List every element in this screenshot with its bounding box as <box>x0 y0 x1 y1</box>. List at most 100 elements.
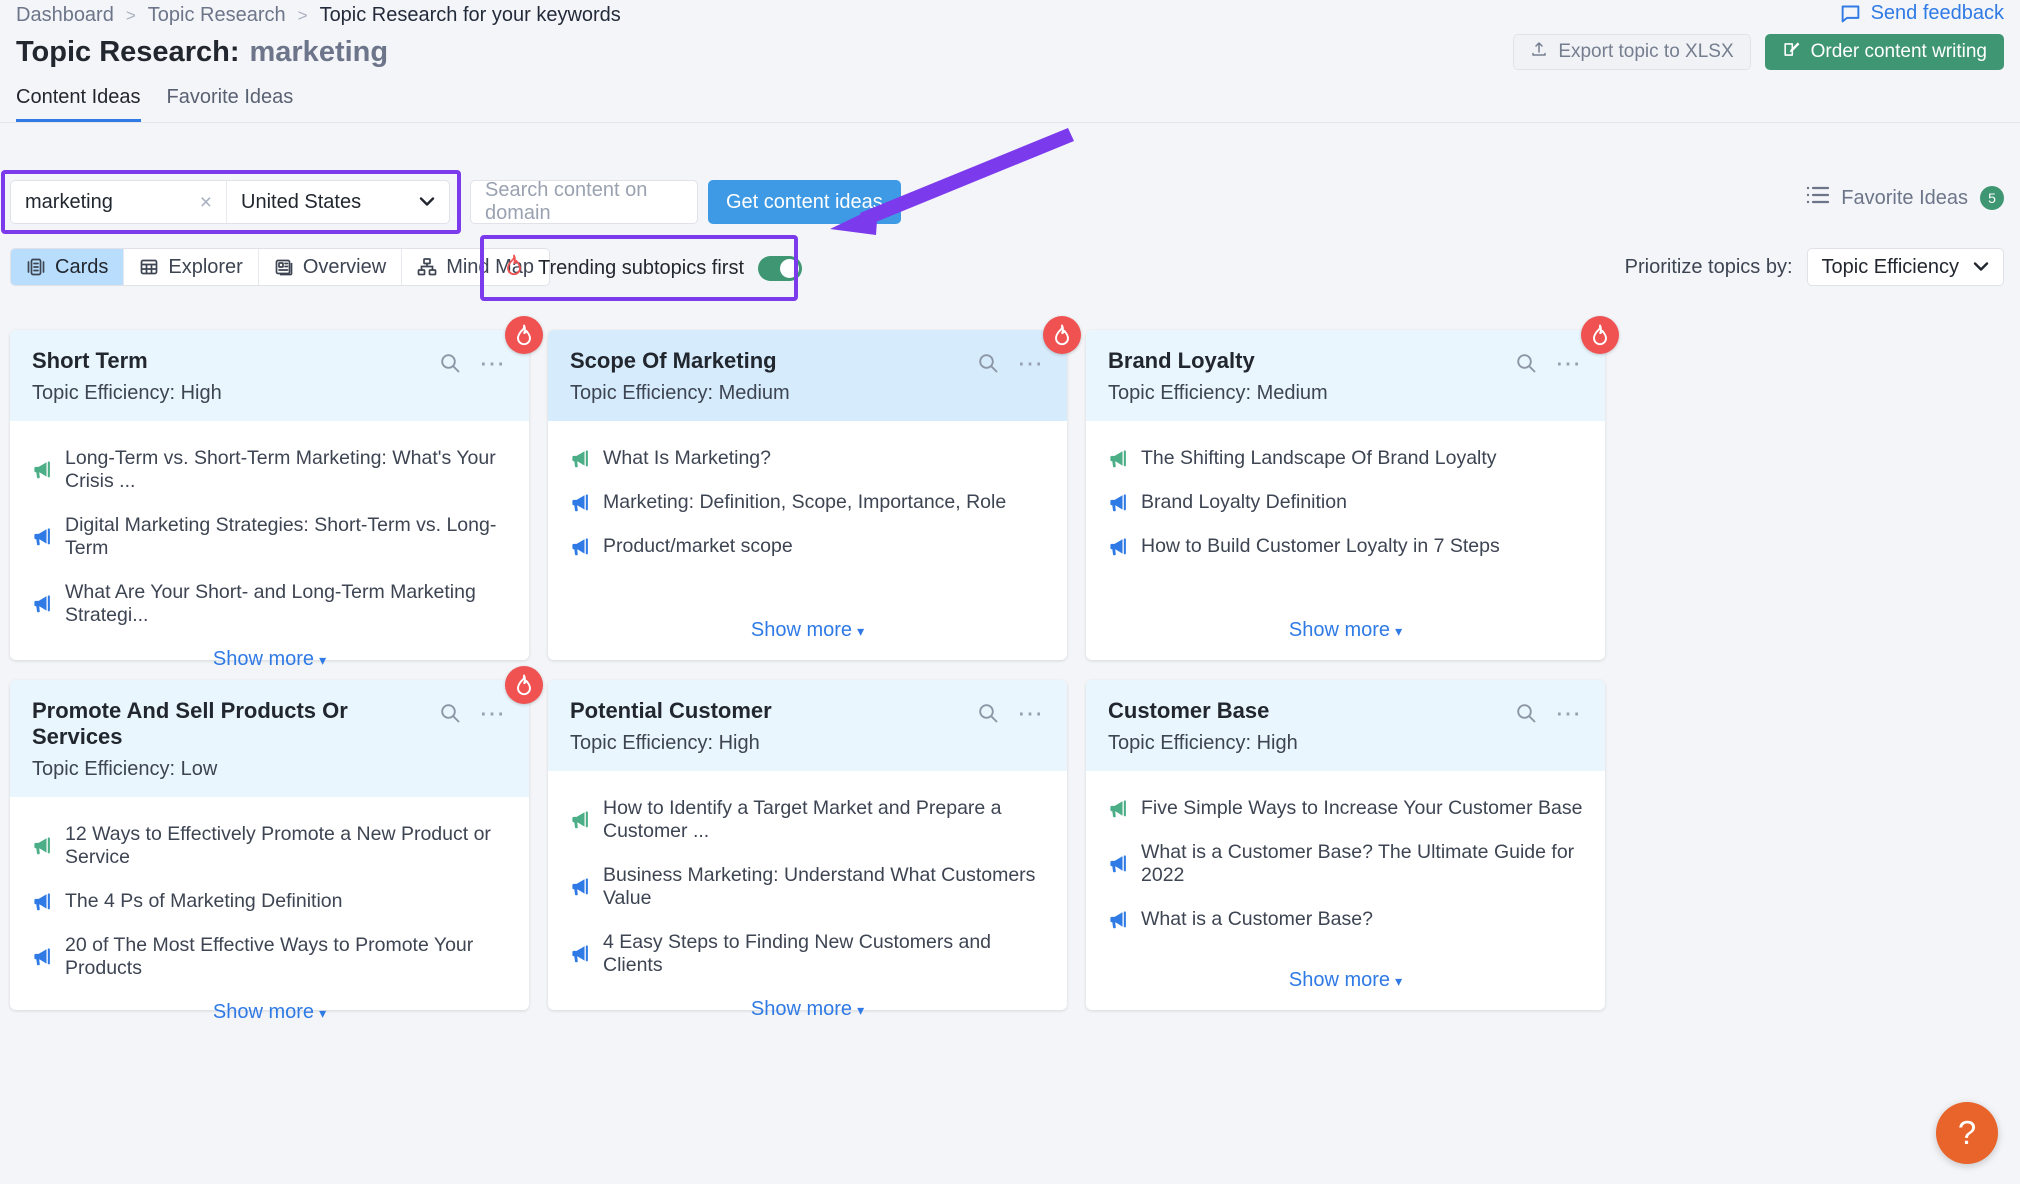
idea-list-item[interactable]: What Are Your Short- and Long-Term Marke… <box>32 581 507 627</box>
idea-list-item[interactable]: Product/market scope <box>570 535 1045 558</box>
topic-card[interactable]: Short Term ⋯ Topic Efficiency: High Long… <box>10 316 543 670</box>
trending-subtopics-toggle[interactable]: Trending subtopics first <box>490 249 816 287</box>
idea-title[interactable]: 12 Ways to Effectively Promote a New Pro… <box>65 823 507 869</box>
idea-title[interactable]: The Shifting Landscape Of Brand Loyalty <box>1141 447 1497 470</box>
idea-list-item[interactable]: Long-Term vs. Short-Term Marketing: What… <box>32 447 507 493</box>
topic-efficiency-label: Topic Efficiency: Medium <box>1108 382 1328 404</box>
favorite-ideas-label: Favorite Ideas <box>1841 186 1968 209</box>
domain-search-input[interactable]: Search content on domain <box>470 179 698 224</box>
megaphone-icon <box>32 594 52 614</box>
idea-title[interactable]: What is a Customer Base? <box>1141 908 1373 931</box>
idea-list-item[interactable]: What Is Marketing? <box>570 447 1045 470</box>
help-button[interactable]: ? <box>1936 1102 1998 1164</box>
idea-list-item[interactable]: Five Simple Ways to Increase Your Custom… <box>1108 797 1583 820</box>
view-mode-explorer[interactable]: Explorer <box>124 249 259 285</box>
chevron-down-icon: ▾ <box>857 1002 865 1018</box>
idea-list-item[interactable]: How to Identify a Target Market and Prep… <box>570 797 1045 843</box>
trending-flame-badge <box>1581 316 1619 354</box>
country-select-value: United States <box>241 190 362 213</box>
topic-card[interactable]: Brand Loyalty ⋯ Topic Efficiency: Medium… <box>1086 316 1619 660</box>
idea-title[interactable]: What Are Your Short- and Long-Term Marke… <box>65 581 507 627</box>
prioritize-topics-select[interactable]: Topic Efficiency <box>1806 248 2004 286</box>
idea-list-item[interactable]: 20 of The Most Effective Ways to Promote… <box>32 934 507 980</box>
search-icon[interactable] <box>439 702 461 724</box>
idea-list-item[interactable]: What is a Customer Base? <box>1108 908 1583 931</box>
search-icon[interactable] <box>1515 352 1537 374</box>
more-options-icon[interactable]: ⋯ <box>1017 700 1045 726</box>
topic-cards-grid: Short Term ⋯ Topic Efficiency: High Long… <box>10 316 2010 1023</box>
idea-list-item[interactable]: Business Marketing: Understand What Cust… <box>570 864 1045 910</box>
topic-card[interactable]: Customer Base ⋯ Topic Efficiency: High F… <box>1086 680 1605 1010</box>
idea-title[interactable]: The 4 Ps of Marketing Definition <box>65 890 342 913</box>
search-icon[interactable] <box>977 352 999 374</box>
favorite-ideas-count-badge: 5 <box>1980 186 2004 210</box>
more-options-icon[interactable]: ⋯ <box>1555 700 1583 726</box>
idea-list-item[interactable]: Marketing: Definition, Scope, Importance… <box>570 491 1045 514</box>
breadcrumb-item-dashboard[interactable]: Dashboard <box>16 4 114 27</box>
idea-list-item[interactable]: How to Build Customer Loyalty in 7 Steps <box>1108 535 1583 558</box>
chevron-down-icon <box>1973 260 1989 275</box>
idea-list-item[interactable]: 12 Ways to Effectively Promote a New Pro… <box>32 823 507 869</box>
idea-title[interactable]: Long-Term vs. Short-Term Marketing: What… <box>65 447 507 493</box>
idea-title[interactable]: 20 of The Most Effective Ways to Promote… <box>65 934 507 980</box>
show-more-button[interactable]: Show more ▾ <box>1086 619 1605 660</box>
clear-keyword-icon[interactable]: × <box>200 192 212 213</box>
search-icon[interactable] <box>1515 702 1537 724</box>
country-select[interactable]: United States <box>227 181 449 223</box>
pencil-square-icon <box>1782 40 1801 65</box>
more-options-icon[interactable]: ⋯ <box>1017 350 1045 376</box>
idea-title[interactable]: What Is Marketing? <box>603 447 771 470</box>
idea-list-item[interactable]: 4 Easy Steps to Finding New Customers an… <box>570 931 1045 977</box>
prioritize-topics-control: Prioritize topics by: Topic Efficiency <box>1625 248 2004 286</box>
favorite-ideas-button[interactable]: Favorite Ideas 5 <box>1806 186 2004 210</box>
megaphone-icon <box>570 810 590 830</box>
get-content-ideas-button[interactable]: Get content ideas <box>708 180 901 224</box>
idea-title[interactable]: Marketing: Definition, Scope, Importance… <box>603 491 1006 514</box>
idea-list-item[interactable]: Digital Marketing Strategies: Short-Term… <box>32 514 507 560</box>
trending-subtopics-switch[interactable] <box>758 255 803 281</box>
idea-title[interactable]: What is a Customer Base? The Ultimate Gu… <box>1141 841 1583 887</box>
idea-list-item[interactable]: The Shifting Landscape Of Brand Loyalty <box>1108 447 1583 470</box>
topic-card[interactable]: Scope Of Marketing ⋯ Topic Efficiency: M… <box>548 316 1081 660</box>
more-options-icon[interactable]: ⋯ <box>479 350 507 376</box>
view-mode-cards[interactable]: Cards <box>11 249 125 285</box>
idea-list-item[interactable]: Brand Loyalty Definition <box>1108 491 1583 514</box>
keyword-input[interactable]: marketing × <box>11 181 227 223</box>
search-icon[interactable] <box>439 352 461 374</box>
topic-card-ideas: The Shifting Landscape Of Brand Loyalty B… <box>1086 421 1605 619</box>
idea-title[interactable]: 4 Easy Steps to Finding New Customers an… <box>603 931 1045 977</box>
more-options-icon[interactable]: ⋯ <box>1555 350 1583 376</box>
megaphone-icon <box>570 944 590 964</box>
search-icon[interactable] <box>977 702 999 724</box>
idea-title[interactable]: How to Identify a Target Market and Prep… <box>603 797 1045 843</box>
order-content-writing-button[interactable]: Order content writing <box>1764 34 2004 70</box>
upload-icon <box>1530 40 1548 64</box>
idea-title[interactable]: How to Build Customer Loyalty in 7 Steps <box>1141 535 1500 558</box>
more-options-icon[interactable]: ⋯ <box>479 700 507 726</box>
topic-card-header: Potential Customer ⋯ Topic Efficiency: H… <box>548 680 1067 771</box>
topic-card[interactable]: Promote And Sell Products Or Services ⋯ … <box>10 666 543 1023</box>
topic-card-header: Promote And Sell Products Or Services ⋯ … <box>10 680 529 797</box>
show-more-button[interactable]: Show more ▾ <box>1086 969 1605 1010</box>
idea-title[interactable]: Digital Marketing Strategies: Short-Term… <box>65 514 507 560</box>
idea-title[interactable]: Five Simple Ways to Increase Your Custom… <box>1141 797 1582 820</box>
topic-card[interactable]: Potential Customer ⋯ Topic Efficiency: H… <box>548 680 1067 1020</box>
idea-title[interactable]: Brand Loyalty Definition <box>1141 491 1347 514</box>
topic-card-title: Brand Loyalty <box>1108 348 1255 373</box>
tab-favorite-ideas[interactable]: Favorite Ideas <box>167 86 294 122</box>
tab-content-ideas[interactable]: Content Ideas <box>16 86 141 122</box>
show-more-button[interactable]: Show more ▾ <box>548 998 1067 1039</box>
idea-title[interactable]: Business Marketing: Understand What Cust… <box>603 864 1045 910</box>
trending-flame-badge <box>1043 316 1081 354</box>
send-feedback-link[interactable]: Send feedback <box>1840 2 2004 25</box>
idea-title[interactable]: Product/market scope <box>603 535 793 558</box>
view-mode-overview[interactable]: Overview <box>259 249 403 285</box>
export-xlsx-button[interactable]: Export topic to XLSX <box>1513 34 1751 70</box>
idea-list-item[interactable]: What is a Customer Base? The Ultimate Gu… <box>1108 841 1583 887</box>
topic-efficiency-label: Topic Efficiency: High <box>570 732 760 754</box>
idea-list-item[interactable]: The 4 Ps of Marketing Definition <box>32 890 507 913</box>
breadcrumb-item-topic-research[interactable]: Topic Research <box>148 4 286 27</box>
show-more-button[interactable]: Show more ▾ <box>548 619 1067 660</box>
show-more-button[interactable]: Show more ▾ <box>10 1001 529 1042</box>
show-more-label: Show more <box>1288 969 1391 991</box>
